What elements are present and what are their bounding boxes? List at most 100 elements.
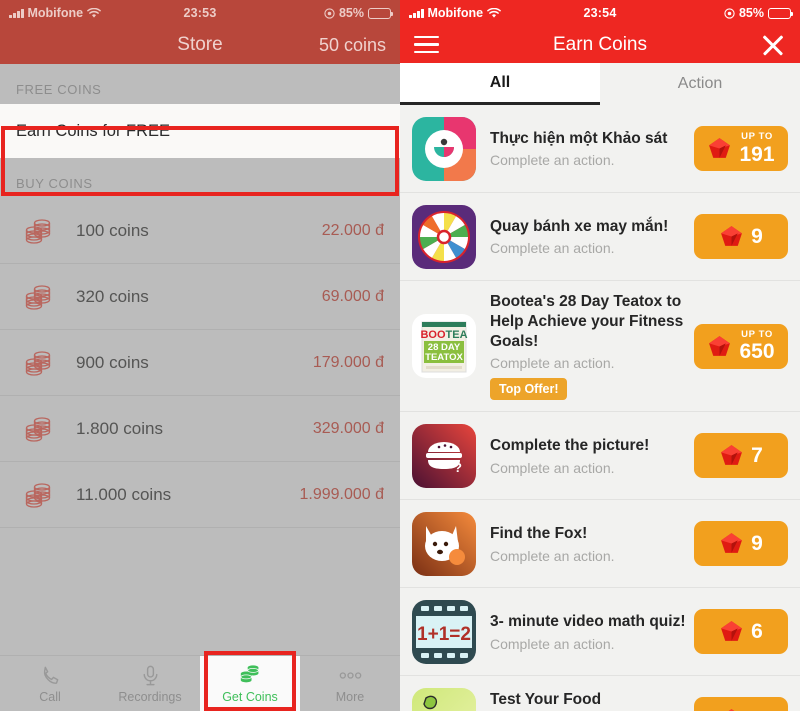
- left-phone-screen: Mobifone 23:53 85% Store 50 coins FREE C…: [0, 0, 400, 711]
- reward-badge[interactable]: 7: [694, 697, 788, 711]
- list-item[interactable]: Thực hiện một Khảo sát Complete an actio…: [400, 105, 800, 193]
- offer-title: 3- minute video math quiz!: [490, 613, 686, 631]
- sidebar-item-call[interactable]: Call: [0, 656, 100, 711]
- list-item[interactable]: Find the Fox! Complete an action. 9: [400, 500, 800, 589]
- right-navbar: Earn Coins: [400, 26, 800, 63]
- coin-amount-label: 11.000 coins: [76, 484, 172, 504]
- coin-stack-icon: [16, 346, 62, 380]
- list-item[interactable]: ? Complete the picture! Complete an acti…: [400, 412, 800, 501]
- up-to-label: UP TO: [741, 328, 773, 340]
- offer-title: Bootea's 28 Day Teatox to Help Achieve y…: [490, 293, 684, 350]
- page-title: Earn Coins: [553, 33, 647, 55]
- table-row[interactable]: 100 coins 22.000 đ: [0, 198, 400, 264]
- bottom-tab-bar: Call Recordings Get Coins More: [0, 655, 400, 711]
- dual-screenshot: Mobifone 23:53 85% Store 50 coins FREE C…: [0, 0, 800, 711]
- offer-text: Test Your Food Knowledge! Complete an ac…: [490, 690, 694, 711]
- reward-amount: 9: [751, 532, 763, 556]
- coin-stack-icon: [16, 412, 62, 446]
- earn-coins-for-free-row[interactable]: Earn Coins for FREE: [0, 104, 400, 158]
- reward-badge[interactable]: 6: [694, 609, 788, 655]
- offer-subtitle: Complete an action.: [490, 152, 615, 169]
- gem-icon: [721, 226, 743, 246]
- battery-icon: [768, 7, 794, 19]
- microphone-icon: [143, 665, 157, 685]
- list-item[interactable]: BOOTEA 28 DAY TEATOX Bootea's 28 Day Tea…: [400, 281, 800, 413]
- gem-icon: [709, 335, 731, 356]
- sidebar-item-label: More: [335, 689, 365, 704]
- location-services-icon: [724, 7, 735, 19]
- fox-icon: [412, 511, 476, 576]
- svg-text:?: ?: [454, 460, 462, 475]
- reward-amount: 9: [751, 225, 763, 248]
- offer-subtitle: Complete an action.: [490, 459, 615, 476]
- buy-coins-list: 100 coins 22.000 đ 320 coins 69.000 đ 90…: [0, 198, 400, 528]
- earn-coins-for-free-label: Earn Coins for FREE: [16, 121, 171, 140]
- status-right: 85%: [324, 6, 394, 20]
- reward-badge[interactable]: 7: [694, 433, 788, 479]
- offer-title: Thực hiện một Khảo sát: [490, 129, 668, 147]
- coin-stack-icon: [16, 280, 62, 314]
- sidebar-item-label: Get Coins: [222, 690, 278, 704]
- svg-text:TEATOX: TEATOX: [425, 352, 463, 363]
- burger-puzzle-icon: ?: [412, 423, 476, 488]
- close-icon[interactable]: [760, 32, 786, 58]
- reward-badge[interactable]: 9: [694, 521, 788, 567]
- offer-title: Quay bánh xe may mắn!: [490, 217, 669, 235]
- reward-stack: UP TO 650: [739, 330, 774, 363]
- sidebar-item-more[interactable]: More: [300, 656, 400, 711]
- reward-amount: 191: [739, 142, 775, 166]
- reward-stack: UP TO 191: [739, 132, 774, 165]
- coin-price-label: 1.999.000 đ: [299, 485, 384, 503]
- list-item[interactable]: Test Your Food Knowledge! Complete an ac…: [400, 676, 800, 711]
- reward-badge[interactable]: 9: [694, 214, 788, 259]
- table-row[interactable]: 900 coins 179.000 đ: [0, 330, 400, 396]
- tab-action[interactable]: Action: [600, 63, 800, 105]
- reward-badge[interactable]: UP TO 650: [694, 323, 788, 369]
- reward-amount: 7: [751, 444, 763, 468]
- tab-label: All: [489, 73, 511, 91]
- coin-balance: 50 coins: [318, 34, 386, 55]
- coin-amount-label: 1.800 coins: [76, 418, 163, 438]
- reward-amount: 6: [751, 620, 763, 644]
- coin-price-label: 69.000 đ: [321, 287, 384, 305]
- table-row[interactable]: 320 coins 69.000 đ: [0, 264, 400, 330]
- offer-text: Find the Fox! Complete an action.: [490, 524, 694, 564]
- coin-amount-label: 900 coins: [76, 352, 149, 372]
- up-to-label: UP TO: [741, 131, 773, 143]
- offer-title: Test Your Food Knowledge!: [490, 691, 602, 711]
- phone-icon: [43, 666, 58, 684]
- coin-price-label: 179.000 đ: [312, 353, 384, 371]
- table-row[interactable]: 11.000 coins 1.999.000 đ: [0, 462, 400, 528]
- offer-subtitle: Complete an action.: [490, 355, 615, 372]
- list-item[interactable]: Quay bánh xe may mắn! Complete an action…: [400, 193, 800, 281]
- offer-title: Complete the picture!: [490, 437, 650, 455]
- location-services-icon: [324, 7, 335, 19]
- reward-amount: 650: [739, 340, 775, 364]
- offers-list: Thực hiện một Khảo sát Complete an actio…: [400, 105, 800, 711]
- table-row[interactable]: 1.800 coins 329.000 đ: [0, 396, 400, 462]
- offer-subtitle: Complete an action.: [490, 635, 615, 652]
- svg-text:1+1=2: 1+1=2: [417, 624, 471, 645]
- reward-badge[interactable]: UP TO 191: [694, 126, 788, 171]
- status-bar: Mobifone 23:53 85%: [0, 0, 400, 26]
- battery-percent-label: 85%: [338, 6, 364, 20]
- sidebar-item-recordings[interactable]: Recordings: [100, 656, 200, 711]
- status-bar: Mobifone 23:54 85%: [400, 0, 800, 26]
- coin-stack-icon: [240, 665, 259, 683]
- tab-label: Action: [677, 75, 723, 92]
- hamburger-menu-icon[interactable]: [414, 35, 439, 54]
- filter-tabs: All Action: [400, 63, 800, 105]
- battery-percent-label: 85%: [738, 6, 764, 20]
- bootea-teatox-icon: BOOTEA 28 DAY TEATOX: [412, 314, 476, 379]
- gem-icon: [721, 445, 743, 466]
- fruits-icon: [412, 687, 476, 711]
- gem-icon: [709, 138, 731, 158]
- tab-all[interactable]: All: [400, 63, 600, 105]
- list-item[interactable]: 1+1=2 3- minute video math quiz! Complet…: [400, 588, 800, 677]
- free-coins-section-header: FREE COINS: [0, 64, 400, 104]
- offer-text: Quay bánh xe may mắn! Complete an action…: [490, 217, 694, 257]
- offer-title: Find the Fox!: [490, 525, 588, 543]
- sidebar-item-label: Recordings: [118, 689, 182, 704]
- offer-text: Complete the picture! Complete an action…: [490, 436, 694, 476]
- sidebar-item-get-coins[interactable]: Get Coins: [200, 656, 300, 711]
